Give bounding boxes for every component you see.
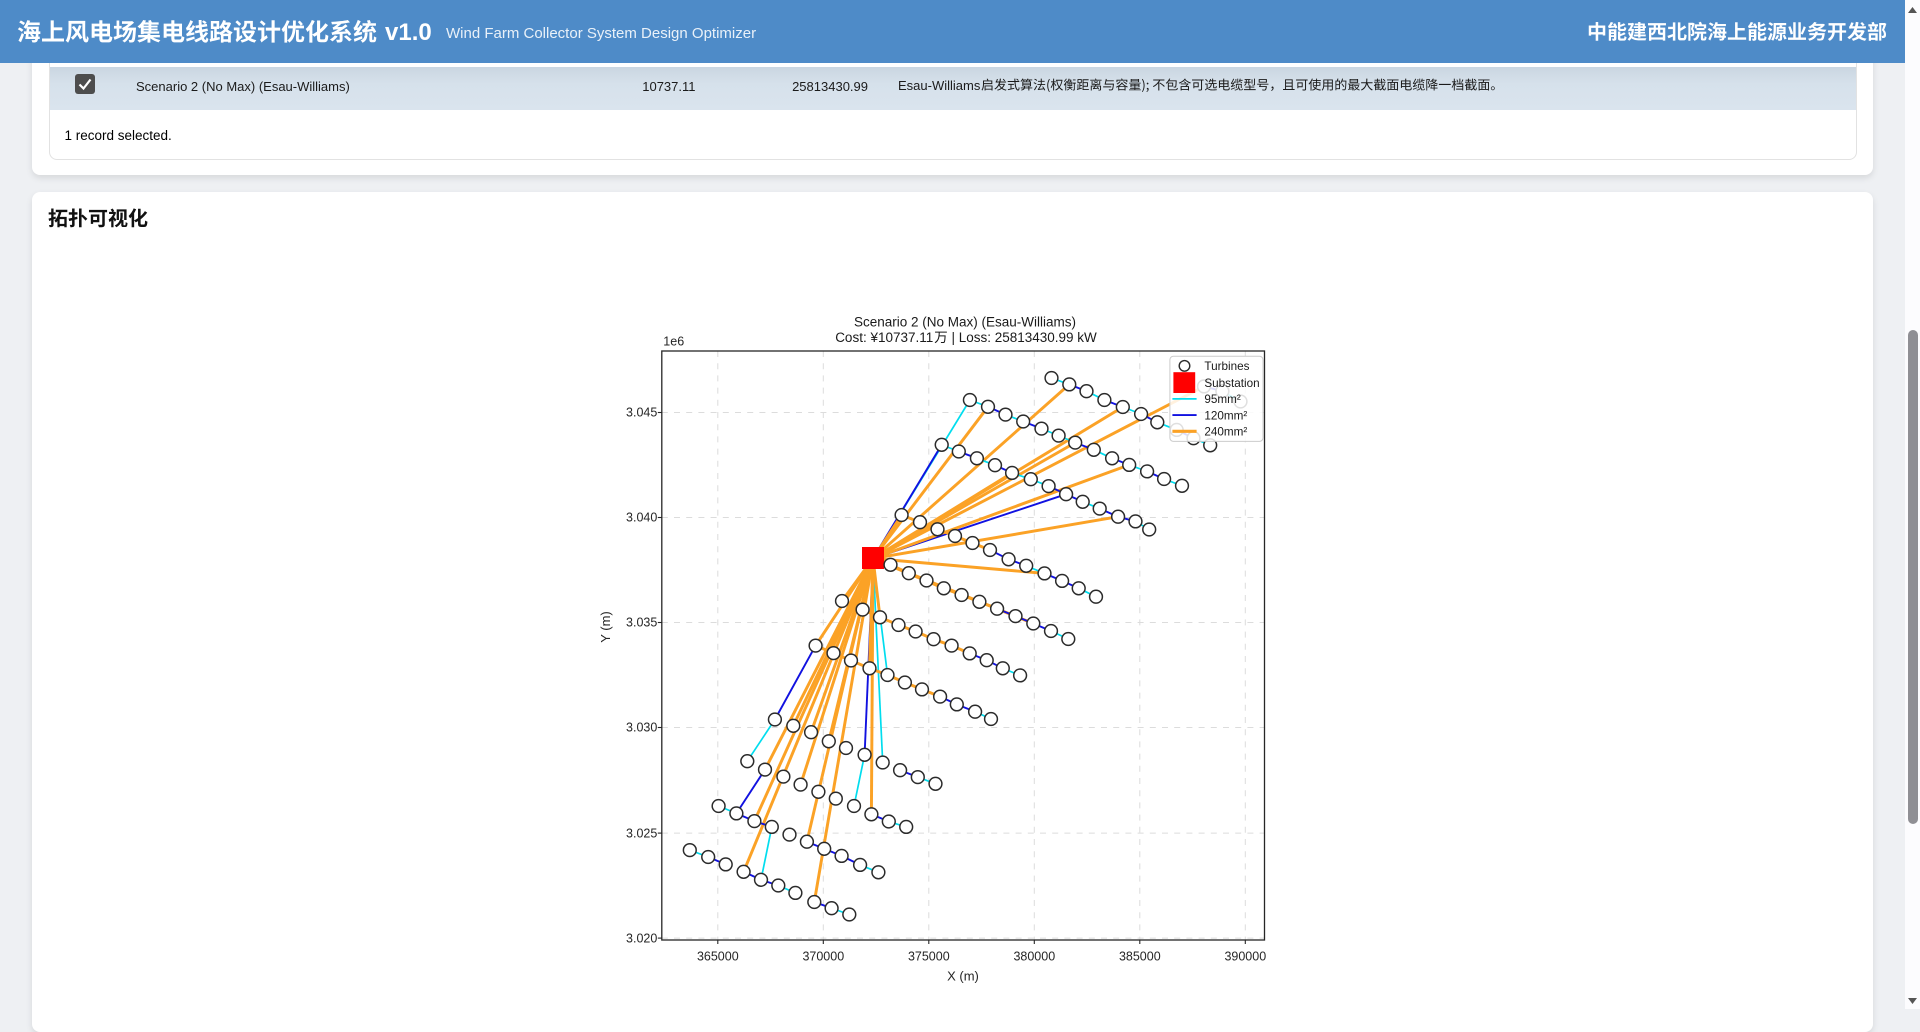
svg-text:Scenario 2 (No Max) (Esau-Will: Scenario 2 (No Max) (Esau-Williams) [854, 315, 1076, 330]
svg-text:390000: 390000 [1224, 950, 1266, 964]
svg-text:385000: 385000 [1119, 950, 1161, 964]
svg-text:3.020: 3.020 [626, 931, 657, 945]
svg-text:370000: 370000 [802, 950, 844, 964]
svg-text:365000: 365000 [697, 950, 739, 964]
svg-text:Cost: ¥10737.11: Cost: ¥10737.11 [835, 330, 933, 345]
svg-text:| Loss: 25813430.99 kW: | Loss: 25813430.99 kW [948, 330, 1097, 345]
svg-text:3.030: 3.030 [626, 721, 657, 735]
svg-text:95mm²: 95mm² [1204, 393, 1240, 406]
svg-text:3.040: 3.040 [626, 511, 657, 525]
svg-text:380000: 380000 [1013, 950, 1055, 964]
svg-text:Turbines: Turbines [1204, 360, 1249, 373]
svg-text:375000: 375000 [908, 950, 950, 964]
svg-text:240mm²: 240mm² [1204, 426, 1247, 439]
svg-text:X (m): X (m) [947, 969, 979, 984]
svg-text:1e6: 1e6 [663, 335, 684, 349]
svg-text:Y (m): Y (m) [598, 611, 613, 643]
svg-text:120mm²: 120mm² [1204, 409, 1247, 422]
svg-text:Substation: Substation [1204, 377, 1259, 390]
svg-text:3.045: 3.045 [626, 406, 657, 420]
svg-text:3.035: 3.035 [626, 616, 657, 630]
svg-text:3.025: 3.025 [626, 826, 657, 840]
